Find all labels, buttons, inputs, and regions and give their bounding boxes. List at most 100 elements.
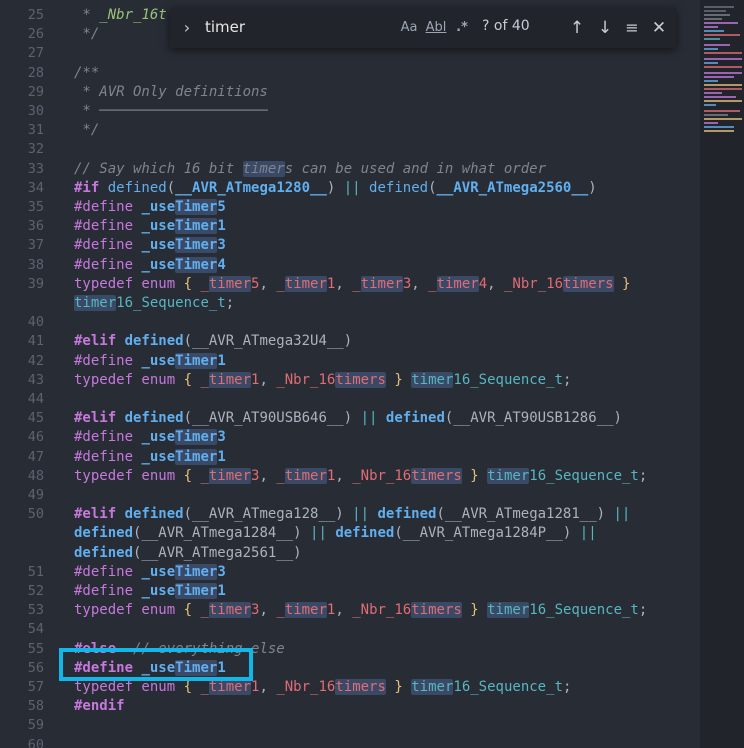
line-number: 48 [27, 468, 44, 484]
code-text: typedef enum { _timer3, _timer1, _Nbr_16… [74, 467, 647, 486]
code-line[interactable]: 37 #define _useTimer3 [0, 236, 700, 255]
code-token: _Nbr_16 [276, 679, 336, 695]
minimap-line [704, 76, 734, 78]
code-text: * AVR Only definitions [74, 83, 267, 102]
minimap-line [704, 34, 740, 36]
code-token: , [487, 276, 504, 292]
code-line[interactable]: 42 #define _useTimer1 [0, 352, 700, 371]
arrow-up-icon[interactable]: ↑ [566, 16, 588, 40]
line-number: 40 [27, 314, 44, 330]
arrow-down-icon[interactable]: ↓ [594, 16, 616, 40]
code-line[interactable]: 30 * ──────────────────── [0, 102, 700, 121]
code-line[interactable]: 44 [0, 390, 700, 409]
search-match: timer [436, 276, 479, 292]
close-icon[interactable]: ✕ [648, 16, 670, 40]
find-in-selection-icon[interactable]: ≡ [621, 16, 643, 40]
code-line[interactable]: 46 #define _useTimer3 [0, 428, 700, 447]
line-number: 52 [27, 583, 44, 599]
code-line[interactable]: 35 #define _useTimer5 [0, 198, 700, 217]
code-line[interactable]: 31 */ [0, 121, 700, 140]
code-line[interactable]: 32 [0, 140, 700, 159]
toggle-replace-icon[interactable]: › [178, 18, 196, 38]
code-line[interactable]: 41 #elif defined(__AVR_ATmega32U4__) [0, 332, 700, 351]
whole-word-icon[interactable]: Abl [424, 17, 448, 39]
code-line[interactable]: 59 [0, 716, 700, 735]
code-line[interactable]: 52 #define _useTimer1 [0, 582, 700, 601]
code-line[interactable]: 48 typedef enum { _timer3, _timer1, _Nbr_… [0, 467, 700, 486]
code-token: } [394, 679, 403, 695]
regex-icon[interactable]: .* [452, 17, 472, 39]
minimap-line [704, 6, 734, 8]
code-line[interactable]: 28 /** [0, 64, 700, 83]
code-line[interactable]: 50 #elif defined(__AVR_ATmega128__) || de… [0, 505, 700, 524]
code-token: defined [74, 525, 134, 541]
code-line[interactable]: 45 #elif defined(__AVR_AT90USB646__) || d… [0, 409, 700, 428]
code-editor[interactable]: 25 * _Nbr_16t 26 */ 27 28 /** 29 * AVR Only d… [0, 0, 700, 748]
code-token: typedef enum [74, 602, 184, 618]
minimap-line [704, 58, 742, 60]
search-match: Timer [175, 429, 218, 445]
minimap[interactable] [700, 0, 744, 748]
code-token: #define [74, 237, 142, 253]
code-token: (__AVR_ATmega1284P__) [394, 525, 580, 541]
minimap-line [704, 26, 718, 28]
line-number: 42 [27, 353, 44, 369]
code-line[interactable]: 47 #define _useTimer1 [0, 448, 700, 467]
code-line[interactable]: 49 [0, 486, 700, 505]
match-count: ? of 40 [482, 18, 530, 34]
code-line[interactable]: 40 [0, 313, 700, 332]
minimap-line [704, 126, 734, 128]
code-line[interactable]: 29 * AVR Only definitions [0, 83, 700, 102]
code-token: _use [141, 199, 176, 215]
code-line[interactable]: 43 typedef enum { _timer1, _Nbr_16timers … [0, 371, 700, 390]
code-line[interactable]: 36 #define _useTimer1 [0, 217, 700, 236]
code-token: 3 [217, 429, 226, 445]
search-match: timer [208, 468, 252, 484]
code-line[interactable]: 60 [0, 736, 700, 748]
search-match: timer [411, 372, 454, 388]
code-text: #define _useTimer3 [74, 563, 226, 582]
code-line[interactable]: timer16_Sequence_t; [0, 294, 700, 313]
code-token: defined [124, 333, 184, 349]
minimap-line [704, 118, 742, 120]
code-token: _use [141, 449, 176, 465]
code-text: timer16_Sequence_t; [74, 294, 234, 313]
code-line[interactable]: 54 [0, 620, 700, 639]
code-token: _Nbr_16 [276, 372, 336, 388]
code-token: _Nbr_16t [99, 7, 167, 23]
code-token: (__AVR_ATmega1281__) [436, 506, 614, 522]
code-token: _use [141, 583, 176, 599]
code-token: 1 [217, 353, 226, 369]
minimap-line [704, 80, 718, 82]
code-line[interactable]: defined(__AVR_ATmega2561__) [0, 544, 700, 563]
code-line[interactable]: 39 typedef enum { _timer5, _timer1, _time… [0, 275, 700, 294]
code-line[interactable]: 51 #define _useTimer3 [0, 563, 700, 582]
code-line[interactable]: 33 // Say which 16 bit timers can be used… [0, 160, 700, 179]
code-token: 3 [402, 276, 412, 292]
line-number: 50 [27, 506, 44, 522]
code-token: _ [200, 602, 209, 618]
code-line[interactable]: 38 #define _useTimer4 [0, 256, 700, 275]
code-token: || [613, 506, 631, 522]
line-number: 43 [27, 372, 44, 388]
minimap-line [704, 66, 742, 68]
line-number: 30 [27, 103, 44, 119]
code-text: #elif defined(__AVR_ATmega32U4__) [74, 332, 352, 351]
match-case-icon[interactable]: Aa [398, 17, 420, 39]
code-token: typedef enum [74, 468, 184, 484]
code-token: _ [200, 276, 209, 292]
code-line[interactable]: defined(__AVR_ATmega1284__) || defined(_… [0, 524, 700, 543]
code-token: || [343, 180, 361, 196]
minimap-line [704, 72, 742, 74]
code-token: _ [352, 276, 361, 292]
code-line[interactable]: 34 #if defined(__AVR_ATmega1280__) || def… [0, 179, 700, 198]
code-token: #define [74, 583, 142, 599]
code-line[interactable]: 58 #endif [0, 697, 700, 716]
code-token: } [622, 276, 631, 292]
code-line[interactable]: 53 typedef enum { _timer3, _timer1, _Nbr_… [0, 601, 700, 620]
